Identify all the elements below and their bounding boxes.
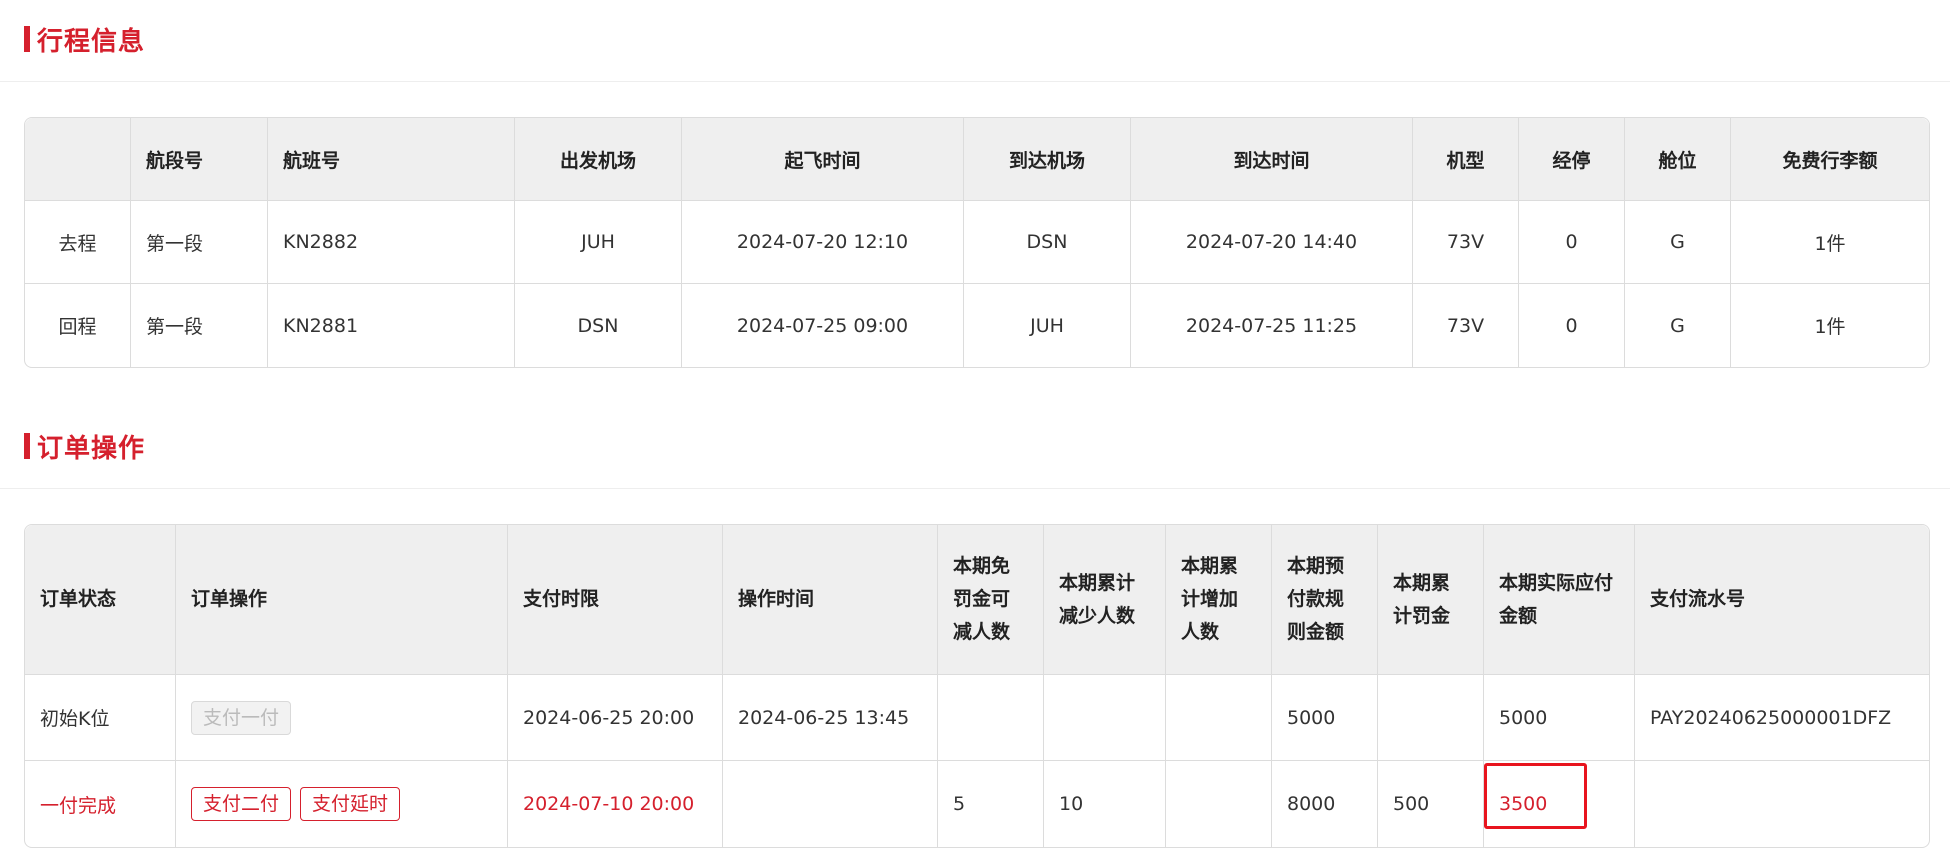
order-cell-actions: 支付二付 支付延时 <box>176 761 508 847</box>
order-cell-reduced <box>1044 675 1166 761</box>
trip-header-flight: 航班号 <box>268 118 515 201</box>
trip-cell-aircraft: 73V <box>1413 201 1519 284</box>
trip-cell-arr-airport: DSN <box>964 201 1131 284</box>
pay-extend-button[interactable]: 支付延时 <box>300 787 401 821</box>
order-cell-actual-amount: 3500 <box>1484 761 1635 847</box>
order-header-increased: 本期累计增加人数 <box>1166 525 1272 675</box>
pay-second-button[interactable]: 支付二付 <box>191 787 292 821</box>
order-header-prepay-amount: 本期预付款规则金额 <box>1272 525 1378 675</box>
trip-header-segment: 航段号 <box>131 118 268 201</box>
trip-cell-baggage: 1件 <box>1814 316 1846 338</box>
trip-cell-segment: 第一段 <box>131 201 268 284</box>
order-header-op-time: 操作时间 <box>723 525 938 675</box>
order-header-reduced: 本期累计减少人数 <box>1044 525 1166 675</box>
order-cell-penalty <box>1378 675 1484 761</box>
order-cell-waive-count <box>938 675 1044 761</box>
order-cell-serial <box>1635 761 1929 847</box>
trip-section-title: 行程信息 <box>37 26 146 57</box>
trip-cell-stops: 0 <box>1519 201 1625 284</box>
table-row: 回程 第一段 KN2881 DSN 2024-07-25 09:00 JUH 2… <box>25 284 1929 367</box>
order-header-penalty: 本期累计罚金 <box>1378 525 1484 675</box>
trip-header-dep-time: 起飞时间 <box>682 118 964 201</box>
section-divider <box>0 488 1950 489</box>
trip-cell-flight: KN2881 <box>268 284 515 367</box>
section-accent-bar <box>24 433 30 459</box>
trip-section-header: 行程信息 <box>24 24 145 57</box>
trip-cell-direction: 回程 <box>25 284 131 367</box>
trip-header-stops: 经停 <box>1519 118 1625 201</box>
order-cell-prepay-amount: 5000 <box>1272 675 1378 761</box>
trip-cell-dep-time: 2024-07-25 09:00 <box>682 284 964 367</box>
page: 行程信息 航段号 航班号 出发机场 起飞时间 到达机场 到达时间 机型 经停 舱… <box>0 0 1950 853</box>
order-header-status: 订单状态 <box>25 525 176 675</box>
order-table: 订单状态 订单操作 支付时限 操作时间 本期免罚金可减人数 本期累计减少人数 本… <box>24 524 1930 848</box>
trip-cell-arr-airport: JUH <box>964 284 1131 367</box>
order-cell-status: 初始K位 <box>25 675 176 761</box>
order-section-title: 订单操作 <box>37 433 146 464</box>
pay-first-button[interactable]: 支付一付 <box>191 700 292 735</box>
order-header-pay-deadline: 支付时限 <box>508 525 723 675</box>
order-cell-pay-deadline: 2024-06-25 20:00 <box>508 675 723 761</box>
table-row: 一付完成 支付二付 支付延时 2024-07-10 20:00 5 10 8000… <box>25 761 1929 847</box>
trip-cell-stops: 0 <box>1519 284 1625 367</box>
trip-table: 航段号 航班号 出发机场 起飞时间 到达机场 到达时间 机型 经停 舱位 免费行… <box>24 117 1930 368</box>
table-row: 去程 第一段 KN2882 JUH 2024-07-20 12:10 DSN 2… <box>25 201 1929 284</box>
order-cell-actual-amount: 5000 <box>1484 675 1635 761</box>
trip-cell-cabin: G <box>1625 201 1731 284</box>
order-cell-increased <box>1166 761 1272 847</box>
trip-cell-segment: 第一段 <box>131 284 268 367</box>
order-header-actual-amount: 本期实际应付金额 <box>1484 525 1635 675</box>
order-cell-penalty: 500 <box>1378 761 1484 847</box>
trip-cell-aircraft: 73V <box>1413 284 1519 367</box>
trip-header-direction <box>25 118 131 201</box>
order-header-serial: 支付流水号 <box>1635 525 1929 675</box>
trip-cell-dep-airport: JUH <box>515 201 682 284</box>
trip-header-aircraft: 机型 <box>1413 118 1519 201</box>
table-row: 初始K位 支付一付 2024-06-25 20:00 2024-06-25 13… <box>25 675 1929 761</box>
order-cell-op-time: 2024-06-25 13:45 <box>723 675 938 761</box>
trip-table-header-row: 航段号 航班号 出发机场 起飞时间 到达机场 到达时间 机型 经停 舱位 免费行… <box>25 118 1929 201</box>
order-header-waive-count: 本期免罚金可减人数 <box>938 525 1044 675</box>
order-cell-reduced: 10 <box>1044 761 1166 847</box>
section-divider <box>0 81 1950 82</box>
trip-header-arr-time: 到达时间 <box>1131 118 1413 201</box>
order-section-header: 订单操作 <box>24 431 145 464</box>
order-table-header-row: 订单状态 订单操作 支付时限 操作时间 本期免罚金可减人数 本期累计减少人数 本… <box>25 525 1929 675</box>
trip-cell-direction: 去程 <box>25 201 131 284</box>
order-cell-serial: PAY20240625000001DFZ <box>1635 675 1929 761</box>
order-cell-waive-count: 5 <box>938 761 1044 847</box>
section-accent-bar <box>24 26 30 52</box>
order-cell-prepay-amount: 8000 <box>1272 761 1378 847</box>
order-cell-increased <box>1166 675 1272 761</box>
trip-cell-arr-time: 2024-07-25 11:25 <box>1131 284 1413 367</box>
order-cell-pay-deadline: 2024-07-10 20:00 <box>508 761 723 847</box>
trip-cell-arr-time: 2024-07-20 14:40 <box>1131 201 1413 284</box>
order-cell-status: 一付完成 <box>25 761 176 847</box>
trip-header-cabin: 舱位 <box>1625 118 1731 201</box>
order-header-actions: 订单操作 <box>176 525 508 675</box>
trip-cell-baggage: 1件 <box>1731 201 1929 284</box>
trip-cell-dep-time: 2024-07-20 12:10 <box>682 201 964 284</box>
trip-header-dep-airport: 出发机场 <box>515 118 682 201</box>
order-cell-actions: 支付一付 <box>176 675 508 761</box>
trip-cell-cabin: G <box>1625 284 1731 367</box>
trip-header-arr-airport: 到达机场 <box>964 118 1131 201</box>
order-cell-op-time <box>723 761 938 847</box>
trip-cell-flight: KN2882 <box>268 201 515 284</box>
trip-cell-dep-airport: DSN <box>515 284 682 367</box>
trip-header-baggage: 免费行李额 <box>1731 118 1929 201</box>
